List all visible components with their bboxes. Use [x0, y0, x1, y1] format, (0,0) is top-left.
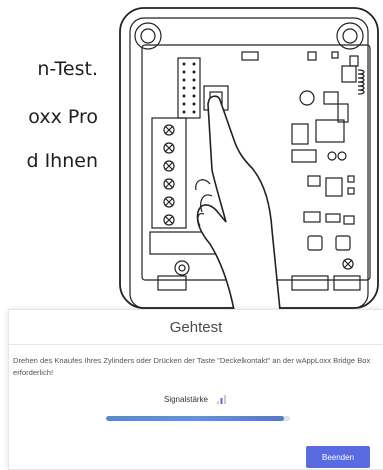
instruction-line-3: d Ihnen: [26, 150, 98, 172]
end-button[interactable]: Beenden: [306, 446, 370, 468]
device-illustration: [119, 7, 379, 310]
signal-progress-fill: [106, 416, 285, 421]
signal-bars-icon: [217, 395, 227, 404]
signal-progress-bar: [106, 416, 290, 421]
instruction-line-1: n-Test.: [37, 58, 98, 80]
signal-strength-label: Signalstärke: [163, 394, 209, 404]
instruction-line-2: oxx Pro: [28, 106, 98, 128]
dialog-title: Gehtest: [169, 318, 223, 336]
gehtest-dialog: Gehtest Drehen des Knaufes Ihres Zylinde…: [8, 309, 383, 470]
signal-strength-row: Signalstärke: [9, 393, 383, 405]
background-instruction-text: n-Test. oxx Pro d Ihnen: [0, 0, 110, 200]
dialog-message: Drehen des Knaufes Ihres Zylinders oder …: [13, 356, 371, 377]
dialog-header: Gehtest: [9, 310, 383, 345]
